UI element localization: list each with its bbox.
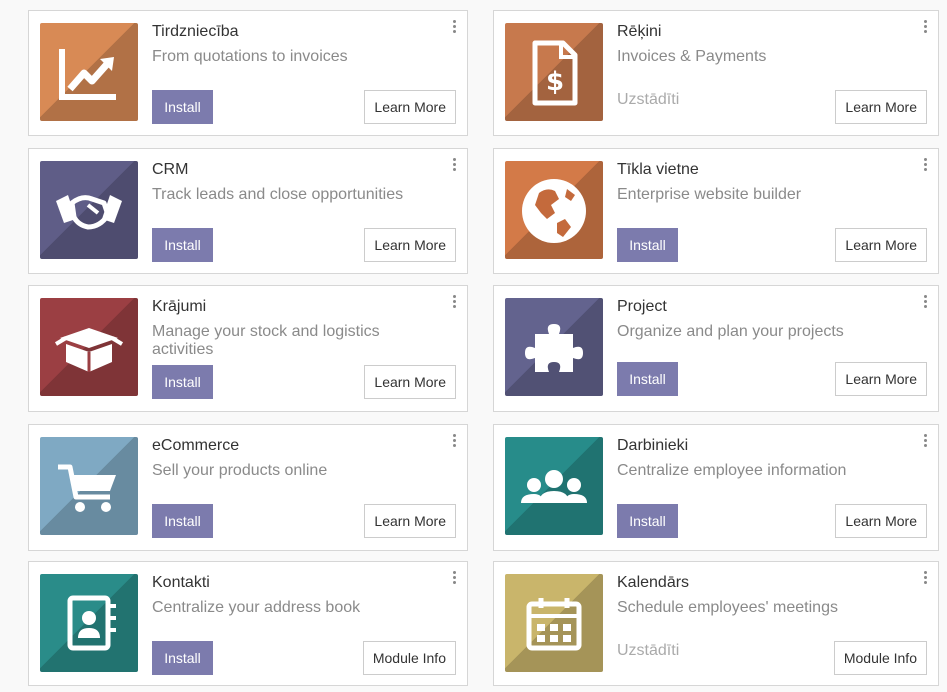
kebab-menu-icon[interactable] <box>453 20 457 34</box>
kebab-menu-icon[interactable] <box>453 571 457 585</box>
app-description: Organize and plan your projects <box>617 323 844 340</box>
puzzle-icon[interactable] <box>505 298 603 396</box>
install-button[interactable]: Install <box>152 504 213 538</box>
install-button[interactable]: Install <box>152 641 213 675</box>
app-description: Track leads and close opportunities <box>152 186 404 203</box>
kebab-menu-icon[interactable] <box>924 20 928 34</box>
kebab-menu-icon[interactable] <box>453 158 457 172</box>
app-title: CRM <box>152 161 189 178</box>
app-description: Invoices & Payments <box>617 48 767 65</box>
kebab-menu-icon[interactable] <box>453 434 457 448</box>
app-title: Krājumi <box>152 298 207 315</box>
app-card-website: Tīkla vietne Enterprise website builder … <box>493 148 939 274</box>
box-icon[interactable] <box>40 298 138 396</box>
app-description: From quotations to invoices <box>152 48 348 65</box>
learn-more-button[interactable]: Learn More <box>835 90 927 124</box>
kebab-menu-icon[interactable] <box>924 434 928 448</box>
kebab-menu-icon[interactable] <box>924 295 928 309</box>
learn-more-button[interactable]: Learn More <box>835 504 927 538</box>
app-card-calendar: Kalendārs Schedule employees' meetings U… <box>493 561 939 686</box>
app-card-project: Project Organize and plan your projects … <box>493 285 939 412</box>
install-button[interactable]: Install <box>617 362 678 396</box>
learn-more-button[interactable]: Learn More <box>835 362 927 396</box>
app-title: Darbinieki <box>617 437 689 454</box>
app-description: Enterprise website builder <box>617 186 802 203</box>
address-book-icon[interactable] <box>40 574 138 672</box>
invoice-dollar-icon[interactable]: $ <box>505 23 603 121</box>
app-title: Tīkla vietne <box>617 161 699 178</box>
app-card-ecommerce: eCommerce Sell your products online Inst… <box>28 424 468 551</box>
installed-label: Uzstādīti <box>617 91 680 108</box>
install-button[interactable]: Install <box>152 90 213 124</box>
app-description: Schedule employees' meetings <box>617 599 838 616</box>
app-title: Kalendārs <box>617 574 690 591</box>
install-button[interactable]: Install <box>152 228 213 262</box>
app-card-sales: Tirdzniecība From quotations to invoices… <box>28 10 468 136</box>
install-button[interactable]: Install <box>617 228 678 262</box>
handshake-icon[interactable] <box>40 161 138 259</box>
kebab-menu-icon[interactable] <box>924 571 928 585</box>
kebab-menu-icon[interactable] <box>924 158 928 172</box>
app-title: Project <box>617 298 667 315</box>
svg-text:$: $ <box>546 67 564 97</box>
install-button[interactable]: Install <box>152 365 213 399</box>
users-icon[interactable] <box>505 437 603 535</box>
learn-more-button[interactable]: Learn More <box>364 228 456 262</box>
app-card-crm: CRM Track leads and close opportunities … <box>28 148 468 274</box>
app-description: Centralize employee information <box>617 462 847 479</box>
globe-icon[interactable] <box>505 161 603 259</box>
installed-label: Uzstādīti <box>617 642 680 659</box>
app-card-contacts: Kontakti Centralize your address book In… <box>28 561 468 686</box>
app-title: Tirdzniecība <box>152 23 239 40</box>
app-description: Sell your products online <box>152 462 328 479</box>
app-title: Kontakti <box>152 574 210 591</box>
install-button[interactable]: Install <box>617 504 678 538</box>
calendar-icon[interactable] <box>505 574 603 672</box>
app-card-invoicing: $ Rēķini Invoices & Payments Uzstādīti L… <box>493 10 939 136</box>
learn-more-button[interactable]: Learn More <box>364 90 456 124</box>
app-card-inventory: Krājumi Manage your stock and logistics … <box>28 285 468 412</box>
cart-icon[interactable] <box>40 437 138 535</box>
trend-chart-icon[interactable] <box>40 23 138 121</box>
app-description: Centralize your address book <box>152 599 361 616</box>
app-description: Manage your stock and logistics activiti… <box>152 323 380 358</box>
learn-more-button[interactable]: Learn More <box>364 365 456 399</box>
module-info-button[interactable]: Module Info <box>362 641 456 675</box>
app-title: Rēķini <box>617 23 662 40</box>
learn-more-button[interactable]: Learn More <box>835 228 927 262</box>
module-info-button[interactable]: Module Info <box>833 641 927 675</box>
app-title: eCommerce <box>152 437 240 454</box>
app-card-employees: Darbinieki Centralize employee informati… <box>493 424 939 551</box>
learn-more-button[interactable]: Learn More <box>364 504 456 538</box>
kebab-menu-icon[interactable] <box>453 295 457 309</box>
